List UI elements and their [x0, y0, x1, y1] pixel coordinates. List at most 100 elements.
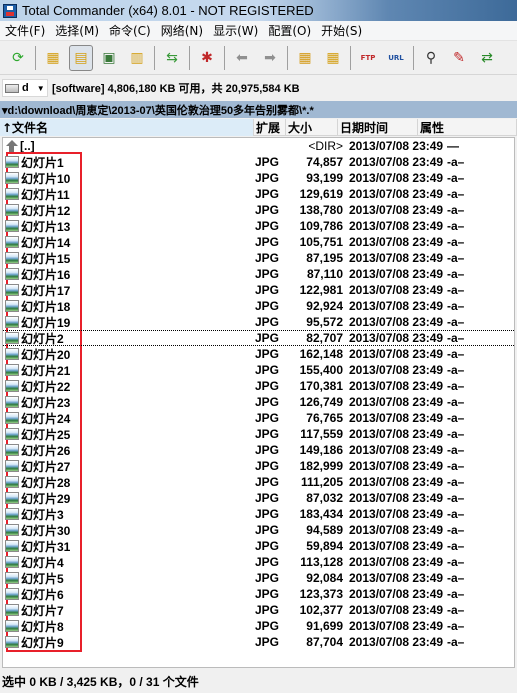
menu-item-0[interactable]: 文件(F): [0, 22, 50, 39]
full-view-button[interactable]: ▤: [69, 44, 93, 71]
file-attr: -a–: [447, 235, 465, 249]
file-size: 123,373: [299, 587, 343, 601]
file-row[interactable]: 幻灯片22 JPG 170,381 2013/07/08 23:49 -a–: [3, 378, 514, 394]
file-list[interactable]: [..] <DIR> 2013/07/08 23:49 — 幻灯片1 JPG 74,…: [2, 137, 515, 668]
file-row[interactable]: 幻灯片7 JPG 102,377 2013/07/08 23:49 -a–: [3, 602, 514, 618]
thumbnail-view-button[interactable]: ▣: [97, 45, 121, 71]
current-path[interactable]: ▾d:\download\周恵定\2013-07\英国伦敦治理50多年告别雾都\…: [0, 101, 517, 118]
file-row[interactable]: 幻灯片27 JPG 182,999 2013/07/08 23:49 -a–: [3, 458, 514, 474]
file-row[interactable]: 幻灯片19 JPG 95,572 2013/07/08 23:49 -a–: [3, 314, 514, 330]
image-file-icon: [5, 492, 19, 504]
file-row[interactable]: 幻灯片3 JPG 183,434 2013/07/08 23:49 -a–: [3, 506, 514, 522]
search-binoculars-icon: ⚲: [425, 49, 437, 66]
image-file-icon: [5, 252, 19, 264]
plugin-button[interactable]: ✱: [195, 45, 219, 71]
multi-rename-button[interactable]: ✎: [447, 45, 471, 71]
column-ext[interactable]: 扩展: [254, 118, 286, 136]
file-row[interactable]: 幻灯片28 JPG 111,205 2013/07/08 23:49 -a–: [3, 474, 514, 490]
pack-icon: ▦: [298, 49, 312, 66]
column-size[interactable]: 大小: [286, 118, 338, 136]
file-row[interactable]: 幻灯片18 JPG 92,924 2013/07/08 23:49 -a–: [3, 298, 514, 314]
file-row[interactable]: 幻灯片4 JPG 113,128 2013/07/08 23:49 -a–: [3, 554, 514, 570]
file-row[interactable]: 幻灯片31 JPG 59,894 2013/07/08 23:49 -a–: [3, 538, 514, 554]
file-date: 2013/07/08 23:49: [349, 443, 444, 457]
file-date: 2013/07/08 23:49: [349, 459, 444, 473]
file-attr: -a–: [447, 155, 465, 169]
image-file-icon: [5, 316, 19, 328]
file-row[interactable]: 幻灯片13 JPG 109,786 2013/07/08 23:49 -a–: [3, 218, 514, 234]
file-date: 2013/07/08 23:49: [349, 155, 444, 169]
file-size: 170,381: [299, 379, 343, 393]
file-row[interactable]: 幻灯片25 JPG 117,559 2013/07/08 23:49 -a–: [3, 426, 514, 442]
file-row[interactable]: 幻灯片14 JPG 105,751 2013/07/08 23:49 -a–: [3, 234, 514, 250]
image-file-icon: [5, 364, 19, 376]
menu-item-2[interactable]: 命令(C): [104, 22, 156, 39]
menu-item-4[interactable]: 显示(W): [208, 22, 263, 39]
file-ext: JPG: [255, 443, 280, 457]
file-attr: -a–: [447, 251, 465, 265]
parent-dir-row[interactable]: [..] <DIR> 2013/07/08 23:49 —: [3, 138, 514, 154]
file-row[interactable]: 幻灯片2 JPG 82,707 2013/07/08 23:49 -a–: [3, 330, 514, 346]
drive-bar: d ▼ [software] 4,806,180 KB 可用，共 20,975,…: [0, 78, 517, 98]
toolbar-separator: [350, 45, 351, 70]
plugin-icon: ✱: [201, 49, 213, 66]
file-row[interactable]: 幻灯片17 JPG 122,981 2013/07/08 23:49 -a–: [3, 282, 514, 298]
file-row[interactable]: 幻灯片23 JPG 126,749 2013/07/08 23:49 -a–: [3, 394, 514, 410]
file-row[interactable]: 幻灯片20 JPG 162,148 2013/07/08 23:49 -a–: [3, 346, 514, 362]
file-row[interactable]: 幻灯片8 JPG 91,699 2013/07/08 23:49 -a–: [3, 618, 514, 634]
file-row[interactable]: 幻灯片16 JPG 87,110 2013/07/08 23:49 -a–: [3, 266, 514, 282]
menu-item-6[interactable]: 开始(S): [316, 22, 367, 39]
file-row[interactable]: 幻灯片12 JPG 138,780 2013/07/08 23:49 -a–: [3, 202, 514, 218]
file-row[interactable]: 幻灯片1 JPG 74,857 2013/07/08 23:49 -a–: [3, 154, 514, 170]
image-file-icon: [5, 604, 19, 616]
file-row[interactable]: 幻灯片24 JPG 76,765 2013/07/08 23:49 -a–: [3, 410, 514, 426]
full-view-icon: ▤: [74, 49, 88, 66]
column-attr[interactable]: 属性: [418, 118, 517, 136]
unpack-icon: ▦: [326, 49, 340, 66]
menu-item-1[interactable]: 选择(M): [50, 22, 104, 39]
file-attr: -a–: [447, 379, 465, 393]
file-name: 幻灯片23: [21, 395, 71, 410]
file-row[interactable]: 幻灯片5 JPG 92,084 2013/07/08 23:49 -a–: [3, 570, 514, 586]
brief-view-button[interactable]: ▦: [41, 45, 65, 71]
file-row[interactable]: 幻灯片15 JPG 87,195 2013/07/08 23:49 -a–: [3, 250, 514, 266]
unpack-button[interactable]: ▦: [321, 45, 345, 71]
refresh-button[interactable]: ⟳: [6, 45, 30, 71]
file-row[interactable]: 幻灯片21 JPG 155,400 2013/07/08 23:49 -a–: [3, 362, 514, 378]
column-name[interactable]: ↑文件名: [0, 118, 254, 136]
search-binoculars-button[interactable]: ⚲: [419, 45, 443, 71]
file-size: 162,148: [299, 347, 343, 361]
file-ext: JPG: [255, 619, 280, 633]
file-row[interactable]: 幻灯片9 JPG 87,704 2013/07/08 23:49 -a–: [3, 634, 514, 650]
file-row[interactable]: 幻灯片26 JPG 149,186 2013/07/08 23:49 -a–: [3, 442, 514, 458]
menu-item-5[interactable]: 配置(O): [263, 22, 316, 39]
file-row[interactable]: 幻灯片10 JPG 93,199 2013/07/08 23:49 -a–: [3, 170, 514, 186]
file-ext: JPG: [255, 395, 280, 409]
file-ext: JPG: [255, 283, 280, 297]
tree-view-button[interactable]: ▥: [125, 45, 149, 71]
column-date[interactable]: 日期时间: [338, 118, 418, 136]
file-name: 幻灯片20: [21, 347, 71, 362]
file-attr: -a–: [447, 475, 465, 489]
drive-selector[interactable]: d ▼: [2, 79, 48, 97]
back-button[interactable]: ⬅: [230, 45, 254, 71]
pack-button[interactable]: ▦: [293, 45, 317, 71]
file-row[interactable]: 幻灯片30 JPG 94,589 2013/07/08 23:49 -a–: [3, 522, 514, 538]
url-button[interactable]: URL: [384, 45, 408, 71]
url-icon: URL: [388, 53, 404, 62]
ftp-button[interactable]: FTP: [356, 45, 380, 71]
file-row[interactable]: 幻灯片6 JPG 123,373 2013/07/08 23:49 -a–: [3, 586, 514, 602]
sync-dirs-button[interactable]: ⇆: [160, 45, 184, 71]
file-name: 幻灯片16: [21, 267, 71, 282]
compare-dirs-button[interactable]: ⇄: [475, 45, 499, 71]
toolbar-separator: [224, 45, 225, 70]
file-row[interactable]: 幻灯片29 JPG 87,032 2013/07/08 23:49 -a–: [3, 490, 514, 506]
file-ext: JPG: [255, 635, 280, 649]
file-ext: JPG: [255, 507, 280, 521]
forward-button[interactable]: ➡: [258, 45, 282, 71]
file-row[interactable]: 幻灯片11 JPG 129,619 2013/07/08 23:49 -a–: [3, 186, 514, 202]
file-attr: -a–: [447, 539, 465, 553]
file-attr: —: [447, 139, 459, 153]
file-attr: -a–: [447, 459, 465, 473]
menu-item-3[interactable]: 网络(N): [156, 22, 208, 39]
